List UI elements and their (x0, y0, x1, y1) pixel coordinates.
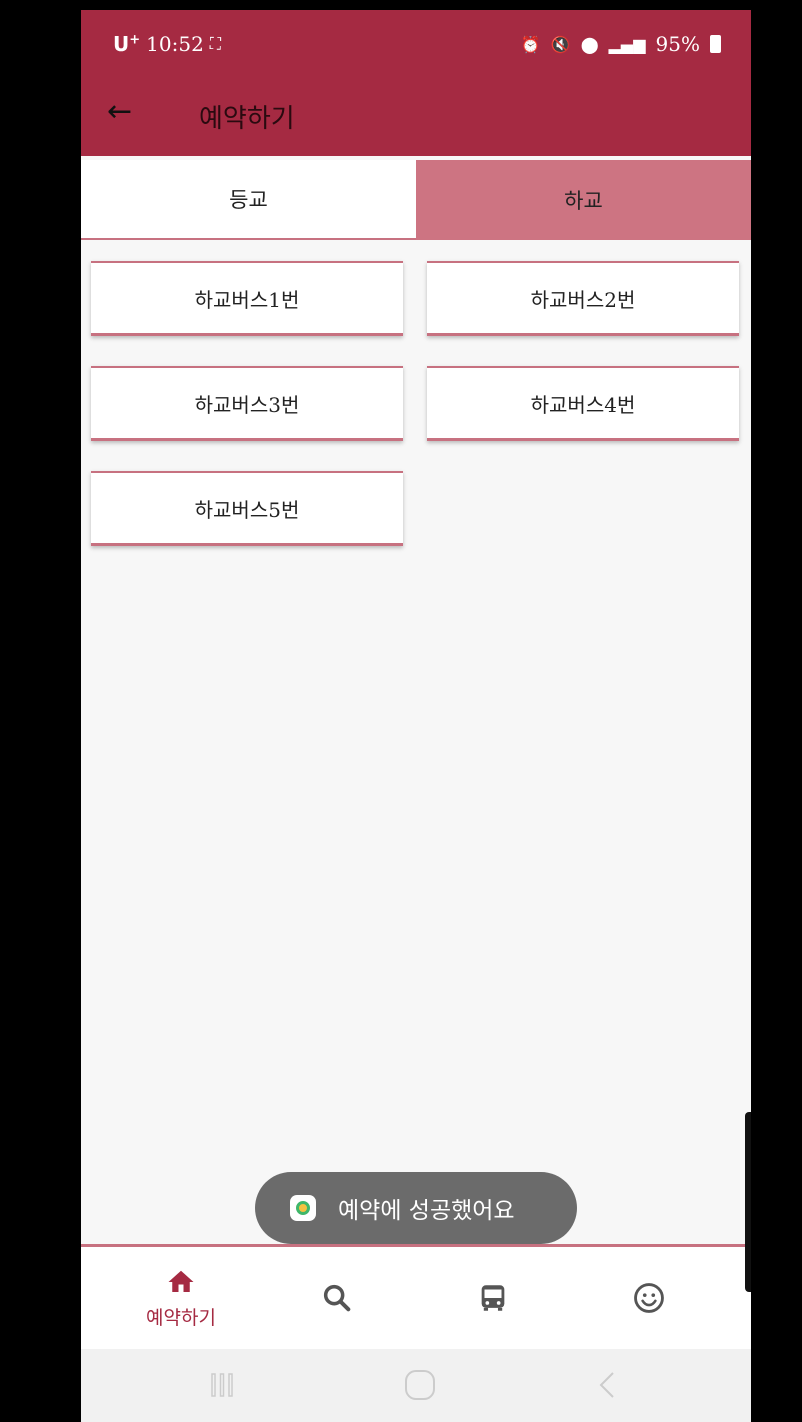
bottom-navigation: 예약하기 (81, 1244, 751, 1352)
tab-leaving-school[interactable]: 하교 (416, 160, 751, 240)
tab-bar: 등교 하교 (81, 160, 751, 240)
app-icon (290, 1195, 316, 1221)
bus-button-4[interactable]: 하교버스4번 (427, 366, 739, 441)
bus-button-3[interactable]: 하교버스3번 (91, 366, 403, 441)
bus-icon (481, 1285, 505, 1311)
alarm-icon: ⏰ (520, 34, 541, 54)
battery-icon (710, 35, 721, 53)
page-title: 예약하기 (199, 104, 295, 134)
nav-item-bus[interactable] (433, 1247, 553, 1349)
signal-icon: ▂▄▆ (608, 34, 646, 54)
status-left: U+ 10:52 ⛶ (113, 32, 221, 56)
tab-going-to-school[interactable]: 등교 (81, 160, 416, 240)
recent-apps-icon[interactable] (209, 1371, 235, 1399)
search-icon (323, 1284, 351, 1312)
clock: 10:52 (146, 32, 204, 56)
toast-message: 예약에 성공했어요 (255, 1172, 577, 1244)
app-screen: U+ 10:52 ⛶ ⏰ 🔇 ⬤ ▂▄▆ 95% ← 예약하기 등교 하교 하교… (81, 10, 751, 1422)
nav-item-search[interactable] (277, 1247, 397, 1349)
status-right: ⏰ 🔇 ⬤ ▂▄▆ 95% (521, 32, 721, 56)
bus-button-5[interactable]: 하교버스5번 (91, 471, 403, 546)
mute-icon: 🔇 (550, 34, 571, 54)
home-button-icon[interactable] (403, 1368, 437, 1402)
back-arrow-icon[interactable]: ← (107, 92, 132, 132)
app-bar: ← 예약하기 (81, 78, 751, 156)
screenshot-icon: ⛶ (209, 34, 221, 53)
toast-text: 예약에 성공했어요 (338, 1198, 515, 1224)
bus-button-1[interactable]: 하교버스1번 (91, 261, 403, 336)
location-icon: ⬤ (580, 34, 599, 54)
nav-item-reserve[interactable]: 예약하기 (121, 1247, 241, 1349)
side-handle[interactable] (745, 1112, 751, 1292)
system-navigation-bar (81, 1349, 751, 1422)
nav-item-profile[interactable] (589, 1247, 709, 1349)
status-bar: U+ 10:52 ⛶ ⏰ 🔇 ⬤ ▂▄▆ 95% (81, 10, 751, 78)
bus-button-2[interactable]: 하교버스2번 (427, 261, 739, 336)
home-icon (168, 1270, 194, 1292)
carrier-label: U+ (113, 32, 141, 56)
system-back-icon[interactable] (597, 1370, 617, 1400)
nav-label-reserve: 예약하기 (146, 1307, 216, 1329)
smiley-icon (634, 1283, 664, 1313)
battery-percent: 95% (655, 32, 700, 56)
